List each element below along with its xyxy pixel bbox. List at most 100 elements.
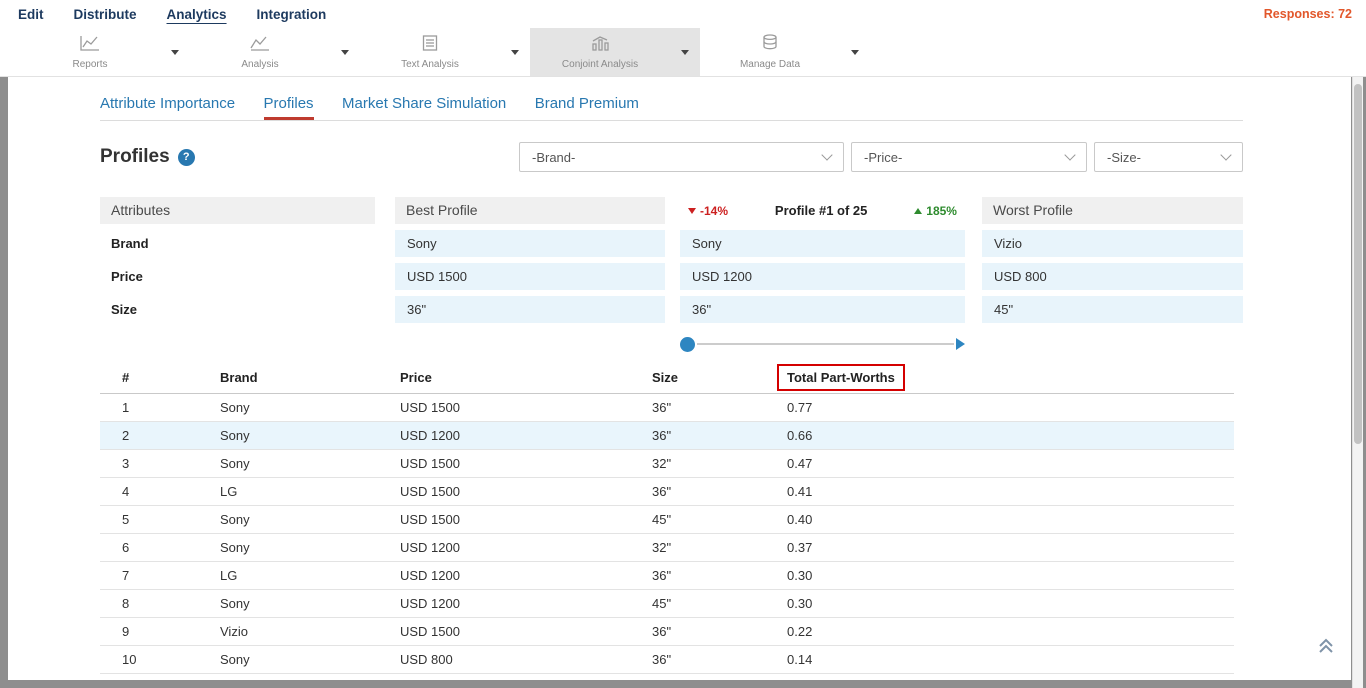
toolbar-item-label: Analysis [241, 59, 278, 70]
nav-item-integration[interactable]: Integration [257, 7, 327, 22]
analytics-toolbar: Reports Analysis Text Analysis [0, 28, 1366, 77]
table-row[interactable]: 1SonyUSD 150036"0.77 [100, 393, 1234, 421]
nav-item-edit[interactable]: Edit [18, 7, 44, 22]
size-filter-value: -Size- [1107, 150, 1141, 165]
conjoint-subtabs: Attribute Importance Profiles Market Sha… [100, 95, 1243, 121]
toolbar-item-label: Conjoint Analysis [562, 59, 638, 70]
tab-market-share-simulation[interactable]: Market Share Simulation [342, 95, 506, 120]
document-icon [422, 35, 438, 56]
table-row[interactable]: 6SonyUSD 120032"0.37 [100, 533, 1234, 561]
vertical-scrollbar[interactable] [1352, 77, 1363, 688]
screen: Edit Distribute Analytics Integration Re… [0, 0, 1366, 688]
table-row[interactable]: 9VizioUSD 150036"0.22 [100, 617, 1234, 645]
toolbar-item-label: Text Analysis [401, 59, 459, 70]
slider-track[interactable] [697, 343, 954, 345]
annotation-highlight-box: Total Part-Worths [777, 364, 905, 391]
content-panel: Attribute Importance Profiles Market Sha… [8, 77, 1351, 680]
double-chevron-up-icon [1315, 637, 1337, 655]
tab-profiles[interactable]: Profiles [264, 95, 314, 120]
line-chart-icon [80, 35, 100, 56]
trend-chart-icon [250, 35, 270, 56]
attribute-label: Size [100, 296, 375, 323]
col-header-brand: Brand [220, 363, 400, 393]
current-profile-value: USD 1200 [680, 263, 965, 290]
table-row[interactable]: 10SonyUSD 80036"0.14 [100, 645, 1234, 673]
attributes-column: Attributes Brand Price Size [100, 197, 375, 323]
toolbar-item-label: Manage Data [740, 59, 800, 70]
current-profile-header: -14% Profile #1 of 25 185% [680, 197, 965, 224]
filters: -Brand- -Price- -Size- [519, 142, 1243, 172]
chevron-down-icon[interactable] [500, 28, 530, 76]
nav-item-distribute[interactable]: Distribute [74, 7, 137, 22]
best-profile-value: Sony [395, 230, 665, 257]
chevron-down-icon[interactable] [670, 28, 700, 76]
triangle-down-icon [688, 208, 696, 214]
slider-next-arrow-icon[interactable] [956, 338, 965, 350]
col-header-price: Price [400, 363, 652, 393]
scrollbar-thumb[interactable] [1354, 84, 1362, 444]
current-profile-value: Sony [680, 230, 965, 257]
worst-profile-header: Worst Profile [982, 197, 1243, 224]
chevron-down-icon[interactable] [160, 28, 190, 76]
price-filter-value: -Price- [864, 150, 902, 165]
col-header-number: # [100, 363, 220, 393]
worst-profile-value: 45" [982, 296, 1243, 323]
top-navigation: Edit Distribute Analytics Integration Re… [0, 0, 1366, 28]
chevron-down-icon[interactable] [330, 28, 360, 76]
scroll-to-top-button[interactable] [1315, 637, 1337, 660]
table-row[interactable]: 7LGUSD 120036"0.30 [100, 561, 1234, 589]
best-profile-header: Best Profile [395, 197, 665, 224]
page-head: Profiles ? -Brand- -Price- -Size- [100, 142, 1243, 172]
tab-brand-premium[interactable]: Brand Premium [535, 95, 639, 120]
worst-profile-column: Worst Profile Vizio USD 800 45" [982, 197, 1243, 323]
attribute-label: Price [100, 263, 375, 290]
worst-profile-value: USD 800 [982, 263, 1243, 290]
table-row-selected[interactable]: 2SonyUSD 120036"0.66 [100, 421, 1234, 449]
toolbar-item-text-analysis[interactable]: Text Analysis [360, 28, 530, 76]
toolbar-item-label: Reports [72, 59, 107, 70]
tab-attribute-importance[interactable]: Attribute Importance [100, 95, 235, 120]
bar-chart-icon [591, 35, 610, 56]
chevron-down-icon [1064, 149, 1075, 160]
slider-handle[interactable] [680, 337, 695, 352]
best-profile-column: Best Profile Sony USD 1500 36" [395, 197, 665, 323]
toolbar-item-manage-data[interactable]: Manage Data [700, 28, 870, 76]
current-profile-column: -14% Profile #1 of 25 185% Sony USD 1200… [680, 197, 965, 323]
attributes-header: Attributes [100, 197, 375, 224]
chevron-down-icon [821, 149, 832, 160]
col-header-size: Size [652, 363, 787, 393]
profile-comparison: Attributes Brand Price Size Best Profile… [100, 197, 1243, 323]
page-title: Profiles [100, 146, 170, 168]
table-header-row: # Brand Price Size Total Part-Worths [100, 363, 1234, 393]
triangle-up-icon [914, 208, 922, 214]
responses-count-link[interactable]: Responses: 72 [1264, 7, 1366, 21]
chevron-down-icon[interactable] [840, 28, 870, 76]
table-row[interactable]: 5SonyUSD 150045"0.40 [100, 505, 1234, 533]
table-row[interactable]: 8SonyUSD 120045"0.30 [100, 589, 1234, 617]
table-row[interactable]: 4LGUSD 150036"0.41 [100, 477, 1234, 505]
worst-profile-value: Vizio [982, 230, 1243, 257]
size-filter-dropdown[interactable]: -Size- [1094, 142, 1243, 172]
brand-filter-dropdown[interactable]: -Brand- [519, 142, 844, 172]
nav-item-analytics[interactable]: Analytics [167, 7, 227, 22]
price-filter-dropdown[interactable]: -Price- [851, 142, 1087, 172]
best-delta-badge: 185% [914, 204, 957, 218]
col-header-total-part-worths: Total Part-Worths [787, 363, 1234, 393]
toolbar-item-analysis[interactable]: Analysis [190, 28, 360, 76]
chevron-down-icon [1220, 149, 1231, 160]
current-profile-title: Profile #1 of 25 [775, 203, 867, 218]
brand-filter-value: -Brand- [532, 150, 575, 165]
database-icon [762, 34, 778, 56]
table-row[interactable]: 11LGUSD 150032"0.12 [100, 673, 1234, 680]
help-icon[interactable]: ? [178, 149, 195, 166]
worst-delta-badge: -14% [688, 204, 728, 218]
profiles-table: # Brand Price Size Total Part-Worths 1So… [100, 363, 1234, 680]
table-row[interactable]: 3SonyUSD 150032"0.47 [100, 449, 1234, 477]
best-profile-value: 36" [395, 296, 665, 323]
toolbar-item-conjoint-analysis[interactable]: Conjoint Analysis [530, 28, 700, 76]
current-profile-value: 36" [680, 296, 965, 323]
attribute-label: Brand [100, 230, 375, 257]
toolbar-item-reports[interactable]: Reports [20, 28, 190, 76]
best-profile-value: USD 1500 [395, 263, 665, 290]
profile-slider [680, 336, 965, 352]
